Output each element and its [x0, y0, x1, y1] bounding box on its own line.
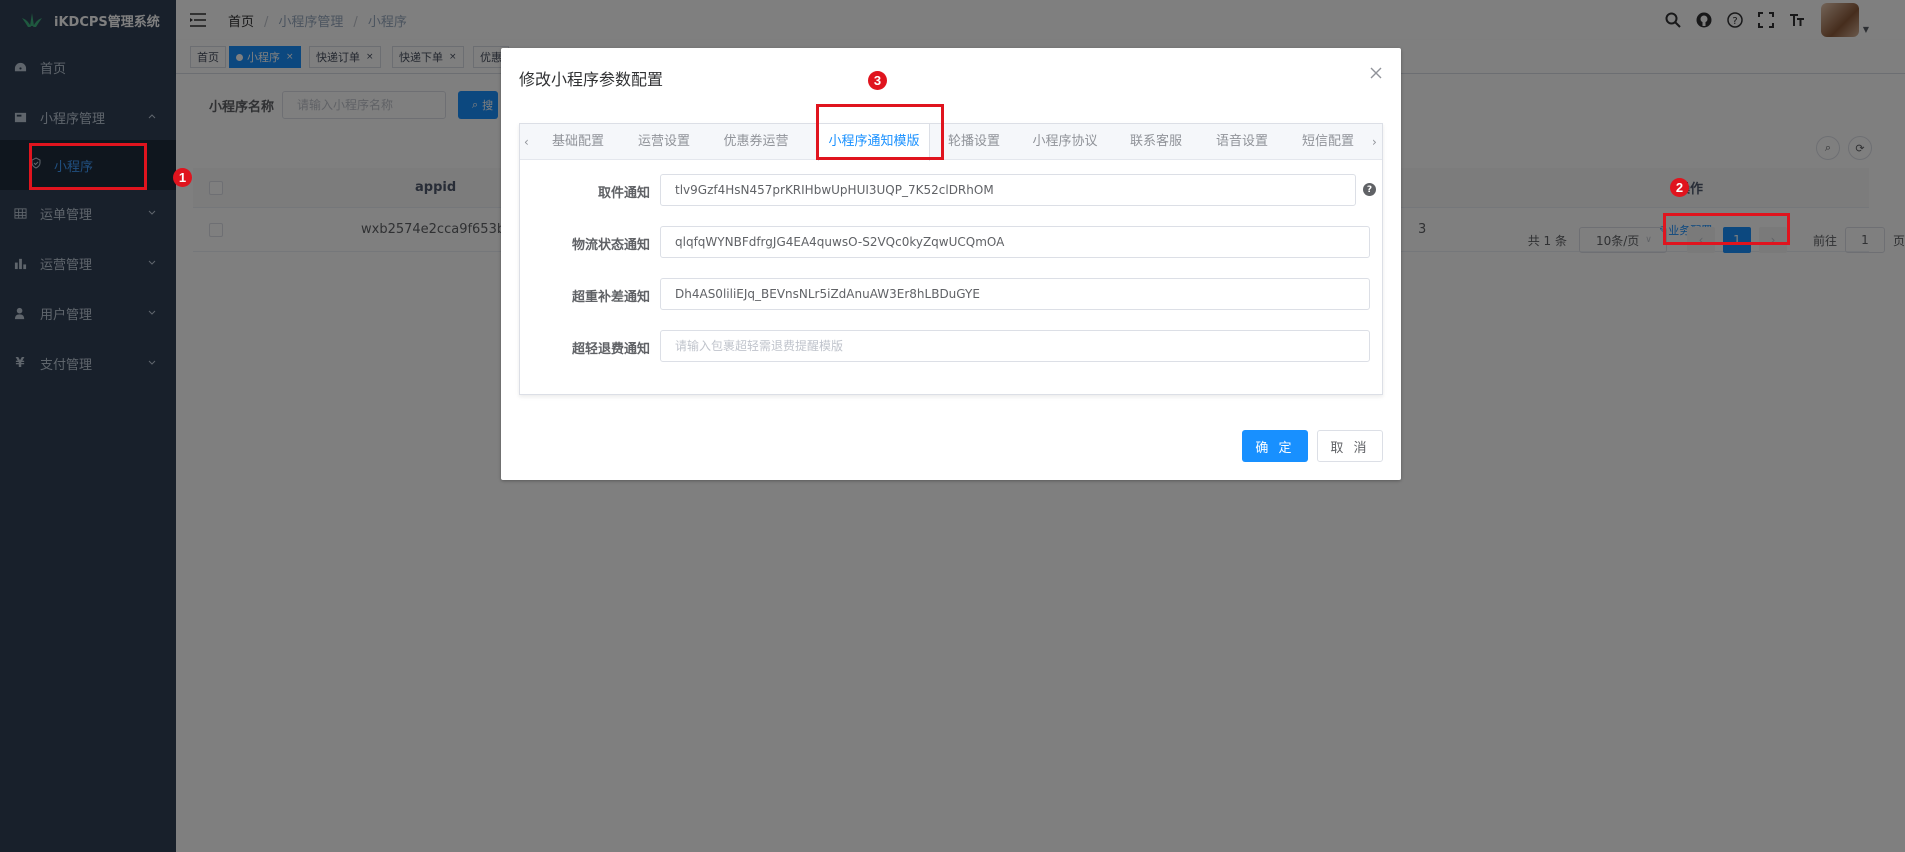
tab-miniapp-agreement[interactable]: 小程序协议	[1022, 124, 1108, 160]
confirm-button[interactable]: 确 定	[1242, 430, 1308, 462]
logistics-notice-label: 物流状态通知	[571, 238, 650, 253]
tab-voice-settings[interactable]: 语音设置	[1206, 124, 1278, 160]
highlight-box-1	[29, 143, 147, 190]
tab-operations-settings[interactable]: 运营设置	[628, 124, 700, 160]
pickup-notice-input[interactable]: tlv9Gzf4HsN457prKRIHbwUpHUI3UQP_7K52clDR…	[660, 174, 1356, 206]
annotation-badge-2: 2	[1670, 178, 1689, 197]
tab-coupon-operations[interactable]: 优惠券运营	[712, 124, 800, 160]
tab-carousel-settings[interactable]: 轮播设置	[938, 124, 1010, 160]
tabs-bar: ‹ 基础配置 运营设置 优惠券运营 小程序通知模版 轮播设置 小程序协议 联系客…	[520, 124, 1382, 161]
tab-customer-service[interactable]: 联系客服	[1120, 124, 1192, 160]
tab-sms-config[interactable]: 短信配置	[1292, 124, 1364, 160]
logistics-notice-input[interactable]: qlqfqWYNBFdfrgJG4EA4quwsO-S2VQc0kyZqwUCQ…	[660, 226, 1370, 258]
edit-config-dialog: 修改小程序参数配置 ‹ 基础配置 运营设置 优惠券运营 小程序通知模版 轮播设置…	[501, 48, 1401, 480]
form-row-underweight-refund-notice: 超轻退费通知 请输入包裹超轻需退费提醒模版	[520, 330, 1384, 362]
chevron-left-icon[interactable]: ‹	[524, 124, 529, 160]
annotation-badge-3: 3	[868, 71, 887, 90]
highlight-box-3	[816, 104, 944, 160]
form-row-logistics-notice: 物流状态通知 qlqfqWYNBFdfrgJG4EA4quwsO-S2VQc0k…	[520, 226, 1384, 258]
overweight-notice-label: 超重补差通知	[571, 290, 650, 305]
tabs-card: ‹ 基础配置 运营设置 优惠券运营 小程序通知模版 轮播设置 小程序协议 联系客…	[519, 123, 1383, 395]
annotation-badge-1: 1	[173, 168, 192, 187]
highlight-box-2	[1663, 213, 1790, 245]
overweight-notice-input[interactable]: Dh4AS0liliEJq_BEVnsNLr5iZdAnuAW3Er8hLBDu…	[660, 278, 1370, 310]
chevron-right-icon[interactable]: ›	[1372, 124, 1377, 160]
cancel-button[interactable]: 取 消	[1317, 430, 1383, 462]
form-row-pickup-notice: 取件通知 tlv9Gzf4HsN457prKRIHbwUpHUI3UQP_7K5…	[520, 174, 1384, 206]
form-row-overweight-notice: 超重补差通知 Dh4AS0liliEJq_BEVnsNLr5iZdAnuAW3E…	[520, 278, 1384, 310]
underweight-refund-input[interactable]: 请输入包裹超轻需退费提醒模版	[660, 330, 1370, 362]
underweight-refund-label: 超轻退费通知	[571, 342, 650, 357]
tab-basic-config[interactable]: 基础配置	[542, 124, 614, 160]
help-icon[interactable]: ?	[1363, 183, 1376, 196]
pickup-notice-label: 取件通知	[597, 186, 650, 201]
close-icon[interactable]	[1369, 66, 1383, 80]
dialog-title: 修改小程序参数配置	[519, 70, 664, 89]
